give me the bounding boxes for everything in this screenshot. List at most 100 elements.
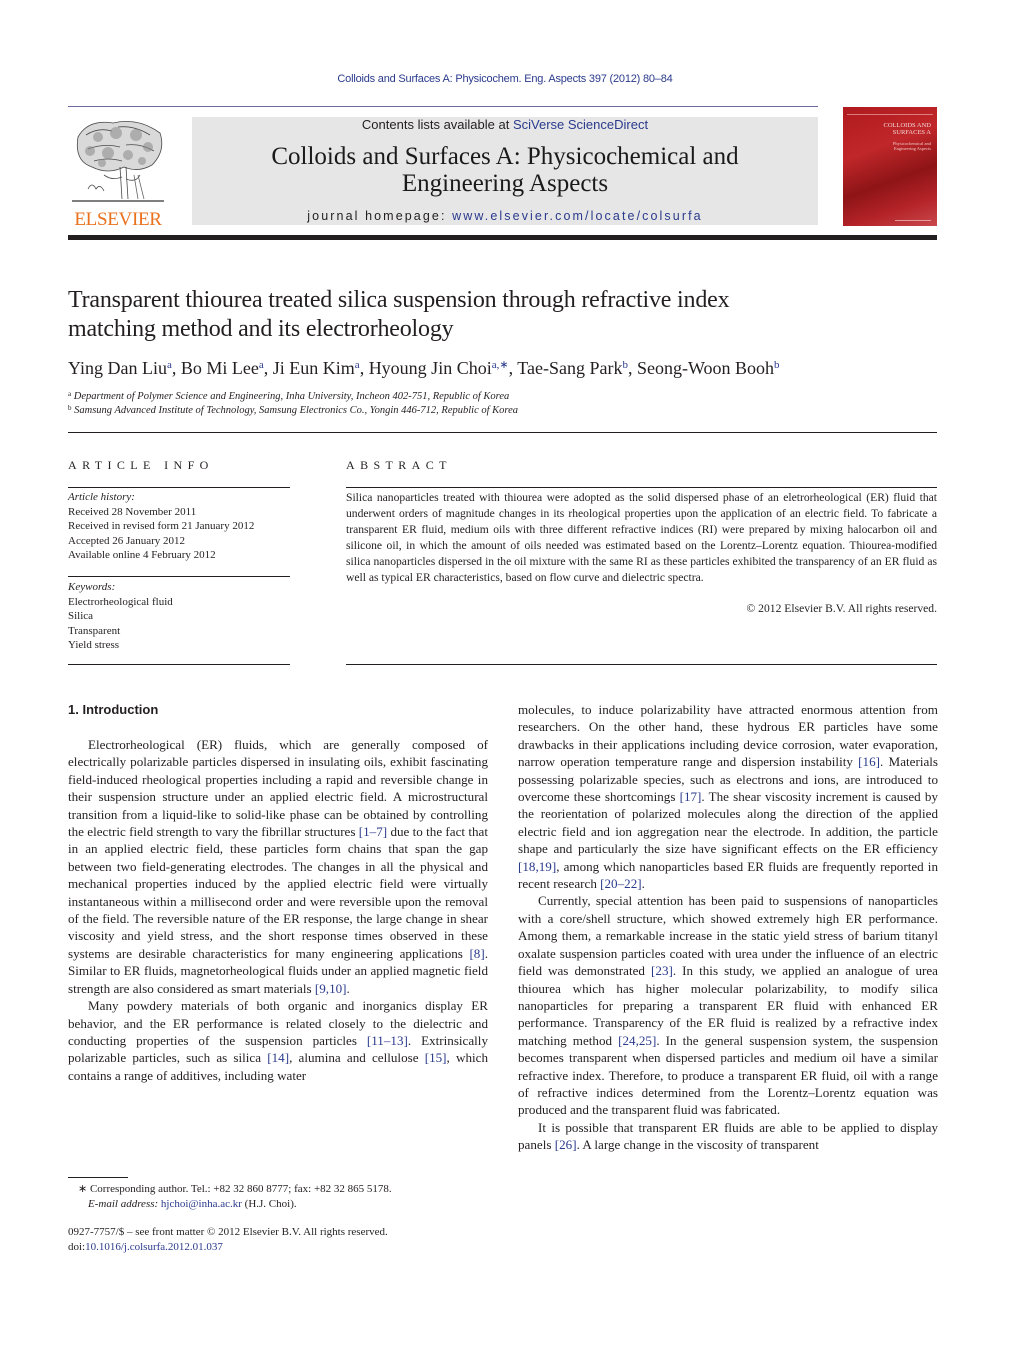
cover-top-band (847, 111, 933, 115)
body-text: , among which nanoparticles based ER flu… (518, 858, 938, 892)
body-paragraph: It is possible that transparent ER fluid… (518, 1119, 938, 1154)
citation-link[interactable]: [15] (425, 1050, 447, 1065)
elsevier-tree-icon (72, 120, 164, 202)
history-item: Accepted 26 January 2012 (68, 534, 185, 547)
header-rule (68, 106, 818, 107)
keywords-rule (68, 576, 290, 577)
author-affiliation-link[interactable]: a (259, 359, 264, 371)
article-title-line1: Transparent thiourea treated silica susp… (68, 287, 730, 313)
affiliation-marker: a (68, 390, 72, 398)
header-thick-rule (68, 235, 937, 240)
elsevier-logo[interactable]: ELSEVIER (68, 117, 168, 230)
author[interactable]: Bo Mi Leea (181, 358, 264, 378)
author-name: Bo Mi Lee (180, 358, 259, 378)
citation-link[interactable]: [20–22] (600, 876, 641, 891)
doi-link[interactable]: 10.1016/j.colsurfa.2012.01.037 (85, 1241, 223, 1253)
journal-cover-thumbnail[interactable]: COLLOIDS AND SURFACES A Physicochemical … (843, 107, 937, 226)
elsevier-wordmark: ELSEVIER (74, 209, 162, 230)
affiliation-text: Department of Polymer Science and Engine… (73, 391, 510, 402)
email-link[interactable]: hjchoi@inha.ac.kr (161, 1198, 242, 1210)
abstract-bottom-rule (346, 664, 937, 665)
author[interactable]: Tae-Sang Parkb (517, 358, 628, 378)
affiliation-marker: b (68, 404, 72, 412)
front-matter: 0927-7757/$ – see front matter © 2012 El… (68, 1225, 388, 1255)
article-history: Article history: Received 28 November 20… (68, 490, 290, 563)
author-name: Hyoung Jin Choi (368, 358, 492, 378)
keywords-label: Keywords: (68, 581, 116, 593)
affiliation-a: a Department of Polymer Science and Engi… (68, 390, 509, 402)
citation-link[interactable]: [9,10] (315, 981, 347, 996)
article-title: Transparent thiourea treated silica susp… (68, 286, 938, 344)
abstract-copyright: © 2012 Elsevier B.V. All rights reserved… (746, 602, 937, 615)
author-name: Ying Dan Liu (68, 358, 167, 378)
citation-link[interactable]: [26] (555, 1137, 577, 1152)
citation-link[interactable]: [8] (469, 946, 484, 961)
journal-title-line1: Colloids and Surfaces A: Physicochemical… (271, 143, 739, 170)
cover-subtitle-line2: Engineering Aspects (893, 146, 931, 151)
author-name: Ji Eun Kim (272, 358, 355, 378)
homepage-link[interactable]: www.elsevier.com/locate/colsurfa (452, 209, 703, 223)
citation-link[interactable]: [23] (651, 963, 673, 978)
doi-line: doi:10.1016/j.colsurfa.2012.01.037 (68, 1240, 388, 1255)
author-list: Ying Dan Liua, Bo Mi Leea, Ji Eun Kima, … (68, 358, 780, 378)
abstract-heading: ABSTRACT (346, 458, 452, 472)
footnote-contact: Corresponding author. Tel.: +82 32 860 8… (87, 1183, 392, 1195)
author-name: Seong-Woon Booh (636, 358, 775, 378)
author-affiliation-link[interactable]: a,∗ (492, 359, 509, 371)
citation-link[interactable]: [11–13] (367, 1033, 408, 1048)
section-heading-introduction: 1. Introduction (68, 702, 159, 717)
citation-link[interactable]: [16] (858, 754, 880, 769)
affiliation-text: Samsung Advanced Institute of Technology… (74, 405, 519, 416)
article-info-bottom-rule (68, 664, 290, 665)
sciencedirect-link[interactable]: SciVerse ScienceDirect (513, 117, 648, 132)
author[interactable]: Ying Dan Liua (68, 358, 172, 378)
citation-link[interactable]: [14] (267, 1050, 289, 1065)
author-affiliation-link[interactable]: a (355, 359, 360, 371)
author[interactable]: Ji Eun Kima (273, 358, 360, 378)
body-paragraph: Electrorheological (ER) fluids, which ar… (68, 736, 488, 997)
citation-link[interactable]: [24,25] (618, 1033, 656, 1048)
author[interactable]: Seong-Woon Boohb (637, 358, 780, 378)
body-paragraph: Currently, special attention has been pa… (518, 892, 938, 1118)
body-text: , alumina and cellulose (289, 1050, 425, 1066)
body-text: . A large change in the viscosity of tra… (576, 1137, 819, 1153)
history-item: Received in revised form 21 January 2012 (68, 520, 255, 533)
corresponding-author-footnote: ∗ Corresponding author. Tel.: +82 32 860… (78, 1182, 392, 1212)
abstract-rule (346, 487, 937, 488)
cover-footer-line (895, 220, 931, 221)
citation-link[interactable]: [17] (680, 789, 702, 804)
cover-title-line1: COLLOIDS AND (883, 122, 932, 129)
body-text: . (641, 876, 645, 892)
section-divider (68, 432, 937, 433)
footnote-rule (68, 1177, 128, 1178)
homepage-prefix: journal homepage: (307, 209, 453, 223)
history-item: Received 28 November 2011 (68, 505, 197, 518)
author-affiliation-link[interactable]: a (167, 359, 172, 371)
affiliation-b: b Samsung Advanced Institute of Technolo… (68, 404, 518, 416)
running-header[interactable]: Colloids and Surfaces A: Physicochem. En… (0, 73, 1010, 85)
article-title-line2: matching method and its electrorheology (68, 316, 454, 342)
email-suffix: (H.J. Choi). (241, 1198, 297, 1210)
cover-subtitle: Physicochemical and Engineering Aspects (893, 141, 931, 151)
footnote-line1: ∗ Corresponding author. Tel.: +82 32 860… (78, 1182, 392, 1197)
article-info-heading: ARTICLE INFO (68, 458, 214, 472)
author-affiliation-link[interactable]: b (622, 359, 628, 371)
author-name: Tae-Sang Park (517, 358, 623, 378)
history-item: Available online 4 February 2012 (68, 549, 216, 562)
keyword: Transparent (68, 624, 121, 637)
email-label: E-mail address: (88, 1198, 161, 1210)
contents-prefix: Contents lists available at (361, 117, 513, 132)
journal-title[interactable]: Colloids and Surfaces A: Physicochemical… (192, 143, 818, 197)
body-paragraph: molecules, to induce polarizability have… (518, 701, 938, 892)
journal-banner: Contents lists available at SciVerse Sci… (192, 117, 818, 225)
cover-title-line2: SURFACES A (892, 129, 931, 136)
author[interactable]: Hyoung Jin Choia,∗ (369, 358, 509, 378)
abstract-text: Silica nanoparticles treated with thiour… (346, 491, 937, 584)
keyword: Electrorheological fluid (68, 595, 173, 608)
author-affiliation-link[interactable]: b (774, 359, 780, 371)
citation-link[interactable]: [1–7] (359, 824, 387, 839)
cover-title: COLLOIDS AND SURFACES A (884, 122, 932, 136)
journal-title-line2: Engineering Aspects (401, 170, 609, 197)
citation-link[interactable]: [18,19] (518, 859, 556, 874)
body-text: . (346, 980, 350, 996)
